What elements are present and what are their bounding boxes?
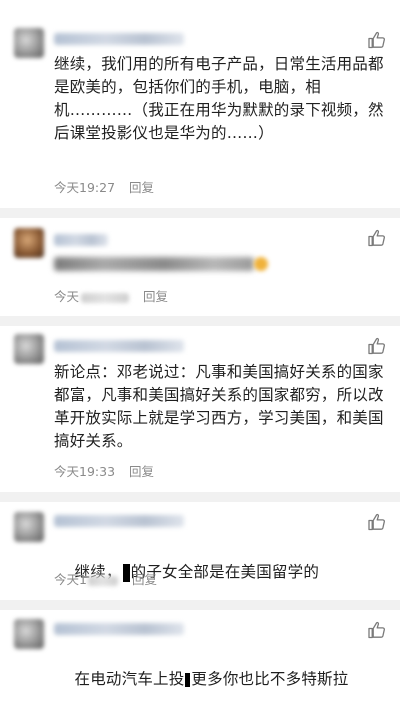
reply-button[interactable]: 回复 <box>143 289 168 304</box>
thumbs-up-icon[interactable] <box>367 336 387 356</box>
avatar[interactable] <box>14 334 44 364</box>
divider <box>0 208 400 218</box>
username-blurred[interactable] <box>54 234 108 246</box>
reply-button[interactable]: 回复 <box>129 464 154 479</box>
avatar[interactable] <box>14 28 44 58</box>
time-blurred <box>81 292 130 303</box>
divider <box>0 600 400 610</box>
comment-text-blurred <box>54 257 254 271</box>
thumbs-up-icon[interactable] <box>367 620 387 640</box>
thumbs-up-icon[interactable] <box>367 30 387 50</box>
thumbs-up-icon[interactable] <box>367 228 387 248</box>
comment-meta: 今天19:27 回复 <box>54 177 154 196</box>
reply-button[interactable]: 回复 <box>132 572 157 587</box>
username-blurred[interactable] <box>54 515 184 527</box>
avatar[interactable] <box>14 228 44 258</box>
username-blurred[interactable] <box>54 340 184 352</box>
comment-time: 今天19:27 <box>54 180 116 195</box>
comment-text: 继续，我们用的所有电子产品，日常生活用品都是欧美的，包括你们的手机，电脑，相机…… <box>54 55 384 142</box>
time-blurred <box>87 575 118 586</box>
divider <box>0 316 400 326</box>
avatar[interactable] <box>14 512 44 542</box>
comment-text: 在电动汽车上投 更多你也比不多特斯拉 <box>54 645 384 714</box>
username-blurred[interactable] <box>54 623 184 635</box>
avatar[interactable] <box>14 619 44 649</box>
redaction-mark <box>185 672 191 687</box>
thumbs-up-icon[interactable] <box>367 512 387 532</box>
comment-meta: 今天1 回复 <box>54 569 157 588</box>
comment-time: 今天1 <box>54 572 87 587</box>
comment-text-part: 在电动汽车上投 <box>74 670 185 688</box>
comment-text: 新论点：邓老说过：凡事和美国搞好关系的国家都富，凡事和美国搞好关系的国家都穷，所… <box>54 363 384 450</box>
reply-button[interactable]: 回复 <box>129 180 154 195</box>
username-blurred[interactable] <box>54 33 184 45</box>
comment-time: 今天 <box>54 289 80 304</box>
comment-text-part: 更多你也比不多特斯拉 <box>191 670 349 688</box>
comment-meta: 今天 回复 <box>54 286 168 305</box>
comment-time: 今天19:33 <box>54 464 116 479</box>
comment-meta: 今天19:33 回复 <box>54 461 154 480</box>
comment-text-part: 的子女全部是在美国留学的 <box>130 563 320 581</box>
emoji-icon <box>254 257 268 271</box>
divider <box>0 492 400 502</box>
